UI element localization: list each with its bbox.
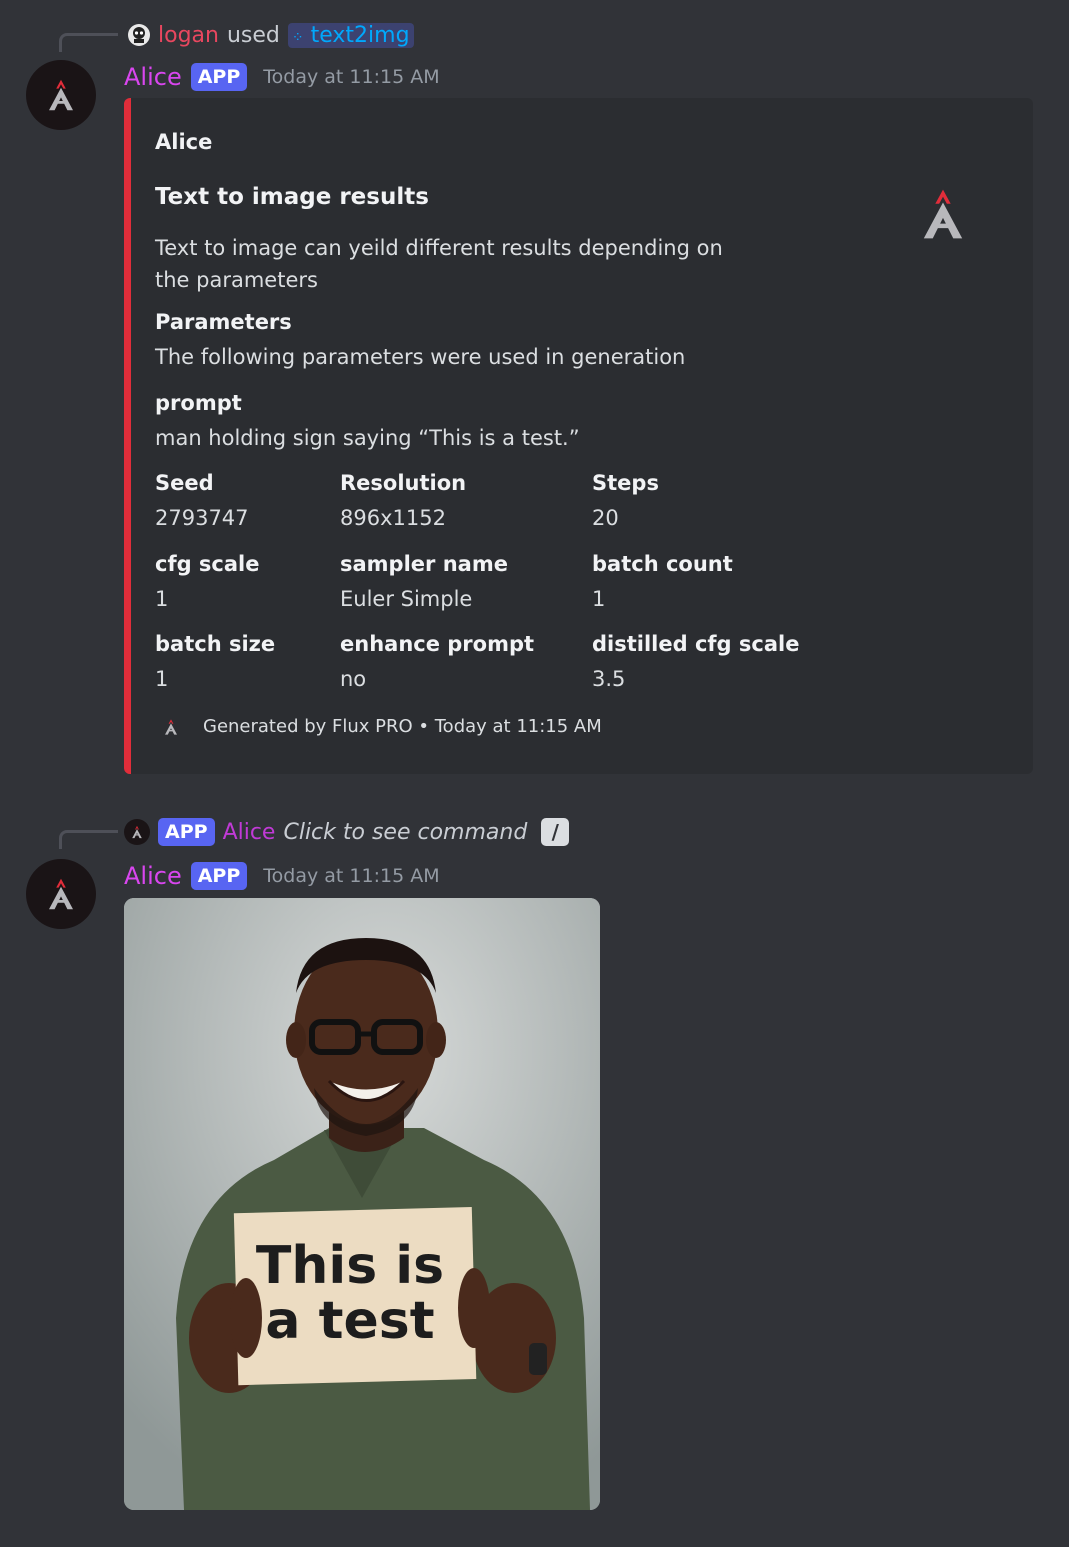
embed-footer: Generated by Flux PRO • Today at 11:15 A… [161, 716, 602, 737]
embed-card: Alice Text to image results Text to imag… [124, 98, 1033, 774]
timestamp[interactable]: Today at 11:15 AM [263, 66, 439, 88]
parameters-heading: Parameters [155, 310, 292, 334]
interaction-header[interactable]: logan used ⁘ text2img [128, 20, 414, 50]
message-header: Alice APP Today at 11:15 AM [124, 861, 440, 891]
field-resolution-value: 896x1152 [340, 506, 446, 530]
command-name[interactable]: text2img [311, 23, 410, 48]
command-grid-icon: ⁘ [291, 29, 304, 46]
embed-author: Alice [155, 130, 213, 154]
field-batch-size-name: batch size [155, 632, 276, 656]
bot-avatar[interactable] [26, 859, 96, 929]
author-name[interactable]: Alice [124, 63, 182, 91]
slash-command-icon: / [541, 818, 570, 846]
footer-text: Generated by Flux PRO • Today at 11:15 A… [203, 716, 602, 737]
field-distilled-cfg-scale-name: distilled cfg scale [592, 632, 800, 656]
field-steps-name: Steps [592, 471, 659, 495]
field-enhance-prompt-name: enhance prompt [340, 632, 535, 656]
user-avatar-icon [128, 24, 150, 46]
author-name[interactable]: Alice [124, 862, 182, 890]
app-badge: APP [190, 63, 248, 91]
reply-author[interactable]: Alice [223, 820, 276, 845]
parameters-text: The following parameters were used in ge… [155, 345, 686, 369]
field-distilled-cfg-scale-value: 3.5 [592, 667, 626, 691]
reply-header[interactable]: APP Alice Click to see command / [124, 816, 570, 848]
command-mention[interactable]: ⁘ text2img [287, 22, 414, 48]
embed-thumbnail[interactable] [911, 176, 975, 252]
field-seed-value: 2793747 [155, 506, 249, 530]
field-resolution-name: Resolution [340, 471, 467, 495]
field-steps-value: 20 [592, 506, 619, 530]
message-header: Alice APP Today at 11:15 AM [124, 62, 440, 92]
sign-line-1: This is [256, 1236, 444, 1296]
reply-connector [59, 33, 118, 52]
field-batch-count-name: batch count [592, 552, 733, 576]
prompt-value: man holding sign saying “This is a test.… [155, 426, 580, 450]
reply-connector [59, 830, 118, 849]
field-cfg-scale-name: cfg scale [155, 552, 260, 576]
reply-app-badge: APP [158, 818, 215, 846]
footer-logo-icon [165, 718, 177, 735]
field-sampler-name-value: Euler Simple [340, 587, 473, 611]
bot-avatar[interactable] [26, 60, 96, 130]
interaction-user[interactable]: logan [158, 23, 219, 48]
field-batch-count-value: 1 [592, 587, 606, 611]
field-sampler-name-name: sampler name [340, 552, 508, 576]
app-badge: APP [190, 862, 248, 890]
reply-avatar [124, 819, 150, 845]
alice-logo-icon [49, 878, 73, 910]
alice-logo-icon [49, 79, 73, 111]
timestamp[interactable]: Today at 11:15 AM [263, 865, 439, 887]
generated-image-illustration: This is a test [124, 898, 600, 1510]
interaction-used-text: used [226, 22, 280, 48]
generated-image[interactable]: This is a test [124, 898, 600, 1510]
field-enhance-prompt-value: no [340, 667, 367, 691]
embed-description: Text to image can yeild different result… [155, 236, 723, 292]
reply-command-text[interactable]: Click to see command [283, 820, 527, 845]
sign-line-2: a test [265, 1291, 434, 1351]
field-batch-size-value: 1 [155, 667, 169, 691]
alice-logo-icon [923, 189, 963, 239]
field-cfg-scale-value: 1 [155, 587, 169, 611]
prompt-label: prompt [155, 391, 242, 415]
embed-title: Text to image results [155, 184, 429, 210]
alice-logo-icon [132, 825, 142, 839]
field-seed-name: Seed [155, 471, 214, 495]
